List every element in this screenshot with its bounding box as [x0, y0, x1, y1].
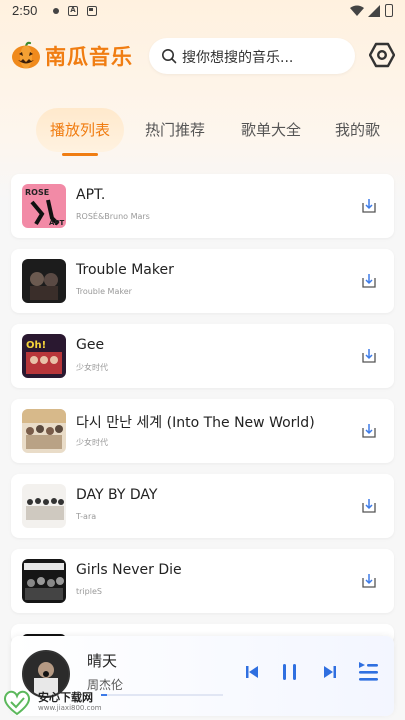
album-cover [22, 559, 66, 603]
app-name: 南瓜音乐 [45, 45, 133, 69]
tab-playlist-collection[interactable]: 歌单大全 [228, 108, 314, 152]
tab-label: 热门推荐 [144, 121, 205, 139]
tab-my-songs[interactable]: 我的歌 [326, 108, 405, 152]
album-cover [22, 484, 66, 528]
svg-text:APT: APT [49, 219, 65, 227]
download-icon[interactable] [361, 573, 377, 589]
song-title: Girls Never Die [76, 562, 182, 578]
download-icon[interactable] [361, 498, 377, 514]
album-cover [22, 259, 66, 303]
song-title: Gee [76, 337, 105, 353]
next-track-icon[interactable] [322, 664, 338, 680]
song-item[interactable]: ROSE APT APT. ROSÉ&Bruno Mars [11, 174, 394, 238]
watermark-text: 安心下载网 [38, 691, 93, 704]
svg-text:Oh!: Oh! [26, 340, 46, 351]
app-notification-icon: A [68, 6, 78, 16]
search-bar[interactable]: 搜你想搜的音乐... [149, 38, 355, 74]
settings-icon[interactable] [369, 42, 395, 68]
now-playing-title: 晴天 [87, 652, 118, 670]
song-item[interactable]: DAY BY DAY T-ara [11, 474, 394, 538]
pumpkin-logo-icon [12, 41, 40, 69]
tab-playlist[interactable]: 播放列表 [36, 108, 124, 156]
song-title: APT. [76, 187, 106, 203]
song-artist: 少女时代 [76, 438, 108, 447]
tab-hot-recommendations[interactable]: 热门推荐 [132, 108, 218, 152]
tab-label: 歌单大全 [240, 121, 301, 139]
song-artist: ROSÉ&Bruno Mars [76, 212, 150, 221]
song-title: Trouble Maker [76, 262, 174, 278]
song-artist: tripleS [76, 587, 102, 596]
song-item[interactable]: Oh! Gee 少女时代 [11, 324, 394, 388]
album-cover: Oh! [22, 334, 66, 378]
notification-dot-icon [53, 8, 59, 14]
song-artist: Trouble Maker [76, 287, 132, 296]
download-icon[interactable] [361, 423, 377, 439]
wifi-icon [350, 5, 364, 16]
search-placeholder: 搜你想搜的音乐... [182, 50, 294, 66]
screenshot-notification-icon [87, 6, 97, 16]
song-artist: T-ara [76, 512, 97, 521]
active-tab-indicator [62, 153, 98, 156]
search-icon [162, 49, 177, 64]
pause-icon[interactable] [281, 662, 299, 682]
tab-label: 我的歌 [335, 121, 381, 139]
download-icon[interactable] [361, 348, 377, 364]
album-cover [22, 409, 66, 453]
battery-icon [385, 4, 393, 17]
previous-track-icon[interactable] [244, 664, 260, 680]
song-item[interactable]: 다시 만난 세계 (Into The New World) 少女时代 [11, 399, 394, 463]
song-title: 다시 만난 세계 (Into The New World) [76, 415, 315, 431]
download-icon[interactable] [361, 273, 377, 289]
album-cover: ROSE APT [22, 184, 66, 228]
watermark-url: www.jiaxi800.com [38, 704, 102, 712]
site-watermark: 安心下载网 www.jiaxi800.com [0, 684, 120, 720]
song-title: DAY BY DAY [76, 487, 158, 503]
status-time: 2:50 [12, 3, 38, 18]
download-icon[interactable] [361, 198, 377, 214]
signal-icon [368, 5, 380, 17]
tab-label: 播放列表 [49, 121, 110, 139]
playlist-queue-icon[interactable] [357, 660, 379, 684]
song-artist: 少女时代 [76, 363, 108, 372]
svg-text:ROSE: ROSE [25, 188, 49, 197]
status-bar: 2:50 A [0, 0, 405, 24]
watermark-logo-icon [3, 690, 31, 716]
song-item[interactable]: Girls Never Die tripleS [11, 549, 394, 613]
song-item[interactable]: Trouble Maker Trouble Maker [11, 249, 394, 313]
